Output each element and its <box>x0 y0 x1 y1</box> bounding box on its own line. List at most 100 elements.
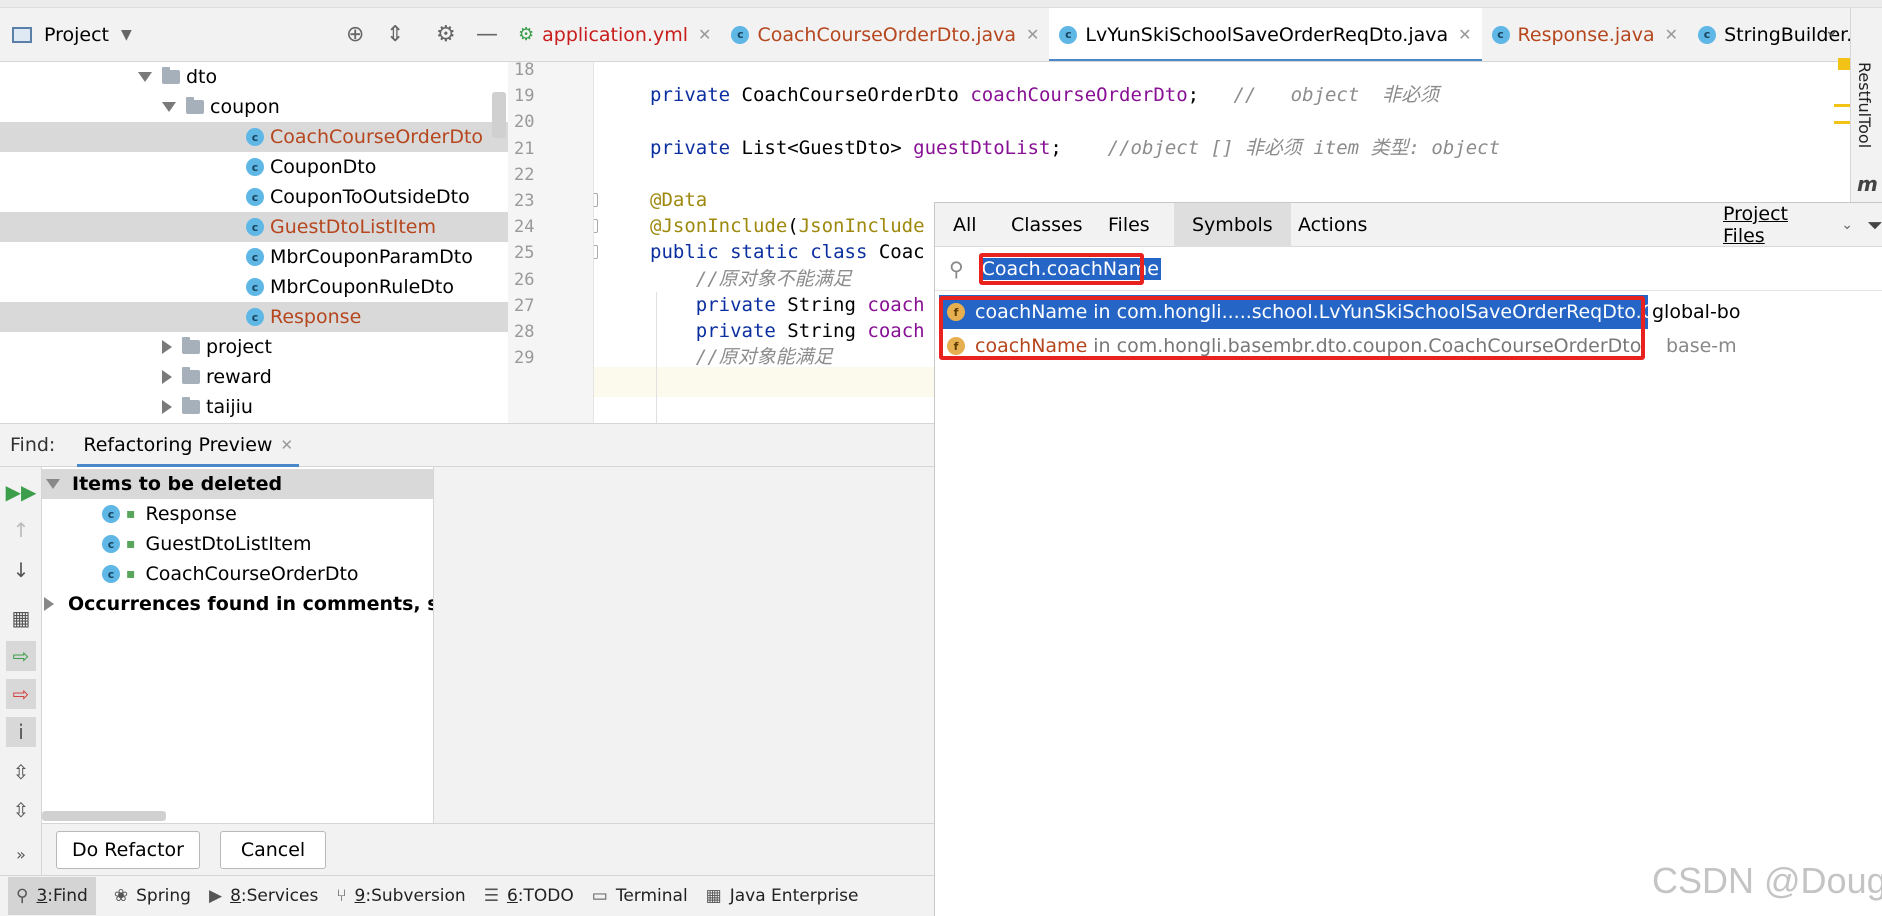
group-items-to-be-deleted[interactable]: Items to be deleted <box>42 469 433 499</box>
line-number: 28 <box>514 322 535 342</box>
tab-coachcourseorderdto-java[interactable]: c CoachCourseOrderDto.java ✕ <box>721 8 1049 61</box>
fold-marker-icon[interactable] <box>594 193 598 207</box>
tree-node-coachcourseorderdto[interactable]: c CoachCourseOrderDto <box>0 122 508 152</box>
minimize-icon[interactable]: — <box>476 22 498 47</box>
collapse-all-icon[interactable]: ⇕ <box>386 22 404 47</box>
tab-symbols[interactable]: Symbols <box>1174 203 1291 247</box>
tree-node-response[interactable]: c Response <box>0 302 508 332</box>
expand-triangle-icon[interactable] <box>138 72 152 82</box>
close-icon[interactable]: ✕ <box>1026 25 1039 44</box>
restful-tool-tab[interactable]: RestfulTool <box>1855 62 1874 148</box>
tree-node-project[interactable]: project <box>0 332 508 362</box>
tree-node-coupontooutsidedto[interactable]: c CouponToOutsideDto <box>0 182 508 212</box>
folder-icon <box>186 97 204 114</box>
locate-icon[interactable]: ⊕ <box>346 22 364 47</box>
group-occurrences[interactable]: Occurrences found in comments, string <box>42 589 433 619</box>
tree-node-label: dto <box>186 66 218 88</box>
result-item[interactable]: c ▪ GuestDtoListItem <box>42 529 433 559</box>
close-icon[interactable]: ✕ <box>280 436 293 454</box>
tree-node-guestdtolistitem[interactable]: c GuestDtoListItem <box>0 212 508 242</box>
tab-application-yml[interactable]: ⚙ application.yml ✕ <box>508 8 721 61</box>
tree-node-mbrcouponruledto[interactable]: c MbrCouponRuleDto <box>0 272 508 302</box>
arrow-up-icon[interactable]: ↑ <box>6 515 36 545</box>
tree-node-taijiu[interactable]: taijiu <box>0 392 508 422</box>
project-view-icon <box>12 26 32 43</box>
tree-node-label: Response <box>270 306 362 328</box>
tab-actions[interactable]: Actions <box>1280 203 1385 247</box>
editor-warning-marker <box>1838 58 1850 70</box>
result-item[interactable]: c ▪ CoachCourseOrderDto <box>42 559 433 589</box>
scope-selector[interactable]: Project Files ⌄ ⏷ <box>1723 203 1882 247</box>
tree-scrollbar[interactable] <box>492 92 506 138</box>
result-item[interactable]: c ▪ Response <box>42 499 433 529</box>
expand-triangle-icon[interactable] <box>162 102 176 112</box>
tab-label: CoachCourseOrderDto.java <box>757 23 1017 46</box>
tab-files[interactable]: Files <box>1090 203 1168 247</box>
toolwindow-java-enterprise[interactable]: ▦ Java Enterprise <box>706 886 859 906</box>
class-icon: c <box>246 278 264 296</box>
toolwindow-subversion[interactable]: ⑂ 9: Subversion <box>336 886 465 906</box>
class-icon: c <box>246 218 264 236</box>
expand-triangle-icon[interactable] <box>46 479 60 489</box>
arrow-down-icon[interactable]: ↓ <box>6 555 36 585</box>
tree-node-label: CouponToOutsideDto <box>270 186 470 208</box>
collapse-triangle-icon[interactable] <box>162 370 172 384</box>
toolwindow-terminal[interactable]: ▭ Terminal <box>592 886 688 906</box>
tree-node-coupondto[interactable]: c CouponDto <box>0 152 508 182</box>
result-item-label: CoachCourseOrderDto <box>145 563 359 585</box>
class-icon: c <box>246 308 264 326</box>
tree-node-mbrcouponparamdto[interactable]: c MbrCouponParamDto <box>0 242 508 272</box>
folder-icon <box>162 67 180 84</box>
search-icon: ⚲ <box>16 886 29 906</box>
todo-icon: ☰ <box>483 886 499 906</box>
info-icon[interactable]: i <box>6 717 36 747</box>
group-by-icon[interactable]: ▦ <box>6 603 36 633</box>
tree-node-reward[interactable]: reward <box>0 362 508 392</box>
tool-window-bar: ⚲ 3: Find ❀ Spring ▶ 8: Services ⑂ 9: Subversio… <box>0 875 934 916</box>
close-icon[interactable]: ✕ <box>1458 25 1471 44</box>
collapse-triangle-icon[interactable] <box>162 400 172 414</box>
code-line: //原对象能满足 <box>650 342 833 372</box>
tab-refactoring-preview[interactable]: Refactoring Preview ✕ <box>77 423 300 467</box>
tree-node-dto[interactable]: dto <box>0 62 508 92</box>
toolwindow-services[interactable]: ▶ 8: Services <box>209 886 318 906</box>
rerun-icon[interactable]: ▶▶ <box>6 477 37 507</box>
field-name: coach <box>867 320 925 342</box>
toolwindow-label: Spring <box>136 886 191 906</box>
class-icon: c <box>1491 25 1510 44</box>
collapse-triangle-icon[interactable] <box>44 597 54 611</box>
tab-response-java[interactable]: c Response.java ✕ <box>1482 8 1689 61</box>
filter-icon[interactable]: ⏷ <box>1867 213 1882 237</box>
horizontal-scrollbar[interactable] <box>42 811 166 821</box>
toolwindow-number: 8 <box>230 886 241 906</box>
tab-all[interactable]: All <box>935 203 995 247</box>
maven-icon[interactable]: m <box>1857 172 1878 196</box>
fold-marker-icon[interactable] <box>594 219 598 233</box>
collapse-triangle-icon[interactable] <box>162 340 172 354</box>
toolwindow-find[interactable]: ⚲ 3: Find <box>8 877 96 915</box>
line-number: 20 <box>514 112 535 132</box>
keyword: public <box>650 241 719 263</box>
class-icon: c <box>246 158 264 176</box>
line-number: 18 <box>514 60 535 80</box>
gear-icon[interactable]: ⚙ <box>436 22 456 47</box>
fold-marker-icon[interactable] <box>594 245 598 259</box>
tab-label: application.yml <box>542 23 689 46</box>
project-panel-title[interactable]: Project <box>44 24 109 46</box>
collapse-all-results-icon[interactable]: ⇳ <box>6 795 36 825</box>
do-refactor-button[interactable]: Do Refactor <box>56 831 200 869</box>
exclude-icon[interactable]: ⇨ <box>6 679 36 709</box>
include-icon[interactable]: ⇨ <box>6 641 36 671</box>
close-icon[interactable]: ✕ <box>1665 25 1678 44</box>
tabs-overflow-icon[interactable]: ⌄ <box>1824 20 1839 41</box>
toolwindow-spring[interactable]: ❀ Spring <box>114 886 191 906</box>
expand-all-icon[interactable]: ⇳ <box>6 757 36 787</box>
tree-node-coupon[interactable]: coupon <box>0 92 508 122</box>
tab-lvyunskischoolsaveorderreqdto-java[interactable]: c LvYunSkiSchoolSaveOrderReqDto.java ✕ <box>1049 8 1482 61</box>
close-icon[interactable]: ✕ <box>698 25 711 44</box>
chevron-down-icon[interactable]: ▼ <box>121 27 132 43</box>
tab-classes[interactable]: Classes <box>993 203 1101 247</box>
cancel-button[interactable]: Cancel <box>220 831 326 869</box>
more-icon[interactable]: » <box>6 839 36 869</box>
toolwindow-todo[interactable]: ☰ 6: TODO <box>484 886 574 906</box>
